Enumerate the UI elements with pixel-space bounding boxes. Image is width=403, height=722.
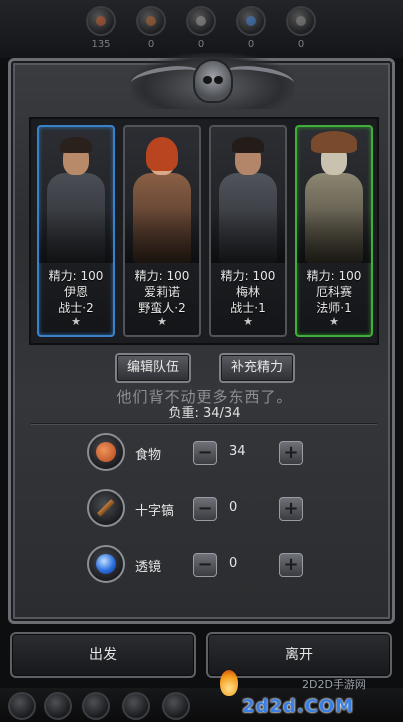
item-row-food: 食物 − 34 + bbox=[11, 433, 398, 473]
item-quantity: 0 bbox=[229, 500, 238, 515]
increase-lens-button[interactable]: + bbox=[279, 553, 303, 577]
resource-wood: 0 bbox=[134, 6, 168, 56]
star-icon: ★ bbox=[157, 315, 167, 328]
gem-resource-icon bbox=[236, 6, 266, 36]
watermark: 2D2D手游网 2d2d.COM bbox=[220, 668, 400, 722]
watermark-site: 2D2D手游网 bbox=[302, 678, 366, 691]
nav-orb-icon[interactable] bbox=[162, 692, 190, 720]
decrease-lens-button[interactable]: − bbox=[193, 553, 217, 577]
hero-card-ekose[interactable]: 精力: 100 厄科赛 法师·1 ★ bbox=[295, 125, 373, 337]
hero-card-ian[interactable]: 精力: 100 伊恩 战士·2 ★ bbox=[37, 125, 115, 337]
resource-count: 0 bbox=[247, 39, 255, 50]
hero-class: 战士·2 bbox=[58, 301, 94, 315]
pickaxe-resource-icon bbox=[186, 6, 216, 36]
hero-portrait bbox=[297, 127, 371, 263]
hero-class: 野蛮人·2 bbox=[138, 301, 186, 315]
resource-count: 0 bbox=[147, 39, 155, 50]
hero-card-eleanor[interactable]: 精力: 100 爱莉诺 野蛮人·2 ★ bbox=[123, 125, 201, 337]
hero-energy: 精力: 100 bbox=[306, 269, 362, 283]
resource-count: 0 bbox=[297, 39, 305, 50]
hero-portrait bbox=[39, 127, 113, 263]
hero-team-panel: 精力: 100 伊恩 战士·2 ★ 精力: 100 爱莉诺 野蛮人·2 ★ 精力… bbox=[29, 117, 379, 345]
increase-food-button[interactable]: + bbox=[279, 441, 303, 465]
hero-portrait bbox=[211, 127, 285, 263]
flame-logo-icon bbox=[220, 670, 238, 696]
wood-resource-icon bbox=[136, 6, 166, 36]
hero-name: 厄科赛 bbox=[315, 285, 352, 299]
star-icon: ★ bbox=[71, 315, 81, 328]
skull-crest-icon bbox=[129, 53, 296, 109]
hero-class: 战士·1 bbox=[230, 301, 266, 315]
hero-name: 梅林 bbox=[235, 285, 260, 299]
increase-pickaxe-button[interactable]: + bbox=[279, 497, 303, 521]
pickaxe-icon bbox=[87, 489, 125, 527]
hero-card-merlin[interactable]: 精力: 100 梅林 战士·1 ★ bbox=[209, 125, 287, 337]
meat-resource-icon bbox=[86, 6, 116, 36]
resource-tool: 0 bbox=[284, 6, 318, 56]
nav-orb-icon[interactable] bbox=[82, 692, 110, 720]
tool-resource-icon bbox=[286, 6, 316, 36]
item-quantity: 34 bbox=[229, 444, 246, 459]
nav-orb-icon[interactable] bbox=[8, 692, 36, 720]
resource-pickaxe: 0 bbox=[184, 6, 218, 56]
item-name: 十字镐 bbox=[135, 504, 175, 519]
resource-meat: 135 bbox=[84, 6, 118, 56]
nav-orb-icon[interactable] bbox=[44, 692, 72, 720]
food-icon bbox=[87, 433, 125, 471]
item-name: 食物 bbox=[135, 448, 162, 463]
hero-portrait bbox=[125, 127, 199, 263]
hero-class: 法师·1 bbox=[316, 301, 352, 315]
depart-button[interactable]: 出发 bbox=[10, 632, 196, 678]
item-name: 透镜 bbox=[135, 560, 162, 575]
hero-energy: 精力: 100 bbox=[134, 269, 190, 283]
item-quantity: 0 bbox=[229, 556, 238, 571]
carry-load-text: 负重: 34/34 bbox=[168, 406, 241, 421]
watermark-domain: 2d2d.COM bbox=[242, 696, 355, 717]
resource-bar: 135 0 0 0 0 bbox=[0, 0, 403, 58]
resource-count: 0 bbox=[197, 39, 205, 50]
star-icon: ★ bbox=[329, 315, 339, 328]
hero-energy: 精力: 100 bbox=[48, 269, 104, 283]
nav-orb-icon[interactable] bbox=[122, 692, 150, 720]
resource-gem: 0 bbox=[234, 6, 268, 56]
edit-team-button[interactable]: 编辑队伍 bbox=[115, 353, 191, 383]
divider bbox=[31, 423, 377, 425]
expedition-panel: 精力: 100 伊恩 战士·2 ★ 精力: 100 爱莉诺 野蛮人·2 ★ 精力… bbox=[8, 53, 398, 624]
decrease-pickaxe-button[interactable]: − bbox=[193, 497, 217, 521]
lens-icon bbox=[87, 545, 125, 583]
refill-energy-button[interactable]: 补充精力 bbox=[219, 353, 295, 383]
item-row-pickaxe: 十字镐 − 0 + bbox=[11, 489, 398, 529]
decrease-food-button[interactable]: − bbox=[193, 441, 217, 465]
hero-energy: 精力: 100 bbox=[220, 269, 276, 283]
hero-name: 爱莉诺 bbox=[143, 285, 180, 299]
hero-name: 伊恩 bbox=[63, 285, 88, 299]
star-icon: ★ bbox=[243, 315, 253, 328]
item-row-lens: 透镜 − 0 + bbox=[11, 545, 398, 585]
resource-count: 135 bbox=[91, 39, 111, 50]
